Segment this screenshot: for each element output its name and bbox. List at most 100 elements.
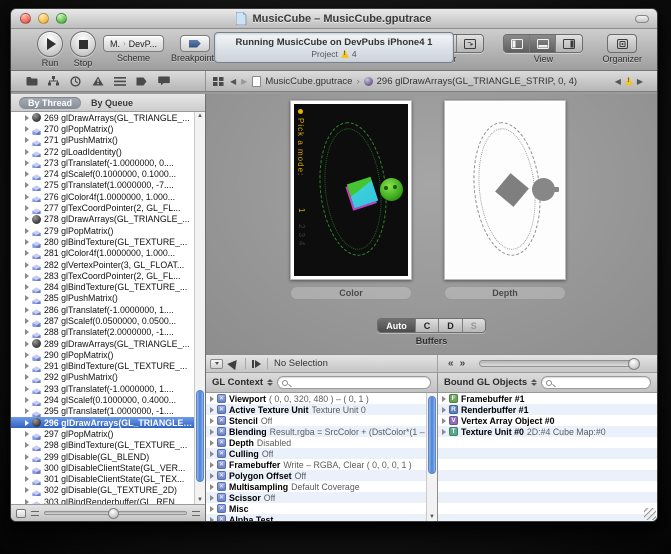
disclosure-triangle-icon[interactable] xyxy=(25,284,29,290)
disclosure-triangle-icon[interactable] xyxy=(210,506,214,512)
disclosure-triangle-icon[interactable] xyxy=(25,295,29,301)
api-call-row[interactable]: 272 glLoadIdentity() xyxy=(11,146,194,157)
gl-state-row[interactable]: Misc xyxy=(206,503,437,514)
api-call-row[interactable]: 296 glDrawArrays(GL_TRIANGLE_... xyxy=(11,417,194,428)
history-forward-button[interactable]: ▶ xyxy=(241,77,247,86)
buffers-segment-stencil[interactable]: S xyxy=(463,319,485,332)
gl-state-row[interactable]: MultisamplingDefault Coverage xyxy=(206,481,437,492)
api-call-row[interactable]: 293 glTranslatef(-1.0000000, 1.... xyxy=(11,383,194,394)
version-editor-button[interactable] xyxy=(457,35,483,52)
zoom-button[interactable] xyxy=(56,13,67,24)
disclosure-triangle-icon[interactable] xyxy=(442,418,446,424)
disclosure-triangle-icon[interactable] xyxy=(25,126,29,132)
step-forward-icon[interactable] xyxy=(252,360,261,368)
disclosure-triangle-icon[interactable] xyxy=(25,115,29,121)
jump-to-start-button[interactable]: « xyxy=(448,358,454,369)
bound-object-row[interactable]: FFramebuffer #1 xyxy=(438,393,657,404)
api-call-row[interactable]: 299 glDisable(GL_BLEND) xyxy=(11,451,194,462)
sidebar-scrollbar[interactable]: ▲ ▼ xyxy=(194,112,205,504)
disclosure-triangle-icon[interactable] xyxy=(210,517,214,522)
next-issue-button[interactable]: ▶ xyxy=(637,77,643,86)
api-call-row[interactable]: 298 glBindTexture(GL_TEXTURE_... xyxy=(11,440,194,451)
breadcrumb-file[interactable]: MusicCube.gputrace xyxy=(265,76,352,87)
api-call-row[interactable]: 286 glTranslatef(-1.0000000, 1.... xyxy=(11,304,194,315)
scheme-target[interactable]: M. xyxy=(110,39,120,49)
api-call-row[interactable]: 303 glBindRenderbuffer(GL_REN... xyxy=(11,496,194,504)
disclosure-triangle-icon[interactable] xyxy=(442,396,446,402)
debug-area-toggle-button[interactable] xyxy=(530,35,556,52)
disclosure-triangle-icon[interactable] xyxy=(210,495,214,501)
disclosure-triangle-icon[interactable] xyxy=(25,386,29,392)
disclosure-triangle-icon[interactable] xyxy=(25,476,29,482)
run-button[interactable] xyxy=(37,31,63,57)
organizer-button[interactable] xyxy=(607,34,637,53)
api-call-row[interactable]: 292 glPushMatrix() xyxy=(11,372,194,383)
disclosure-triangle-icon[interactable] xyxy=(25,363,29,369)
disclosure-triangle-icon[interactable] xyxy=(442,429,446,435)
bound-object-row[interactable]: VVertex Array Object #0 xyxy=(438,415,657,426)
search-navigator-icon[interactable] xyxy=(69,75,82,88)
frame-scrubber-thumb[interactable] xyxy=(108,508,119,519)
disclosure-triangle-icon[interactable] xyxy=(25,228,29,234)
api-call-row[interactable]: 300 glDisableClientState(GL_VER... xyxy=(11,462,194,473)
api-call-row[interactable]: 276 glColor4f(1.0000000, 1.000... xyxy=(11,191,194,202)
collapse-debug-area-button[interactable] xyxy=(210,359,223,369)
disclosure-triangle-icon[interactable] xyxy=(25,205,29,211)
jump-to-end-button[interactable]: » xyxy=(460,358,466,369)
disclosure-triangle-icon[interactable] xyxy=(25,341,29,347)
disclosure-triangle-icon[interactable] xyxy=(210,407,214,413)
gl-state-row[interactable]: BlendingResult.rgba = SrcColor + (DstCol… xyxy=(206,426,437,437)
disclosure-triangle-icon[interactable] xyxy=(25,137,29,143)
history-back-button[interactable]: ◀ xyxy=(230,77,236,86)
disclosure-triangle-icon[interactable] xyxy=(25,499,29,504)
gl-state-row[interactable]: CullingOff xyxy=(206,448,437,459)
disclosure-triangle-icon[interactable] xyxy=(25,273,29,279)
disclosure-triangle-icon[interactable] xyxy=(25,149,29,155)
popup-arrows-icon[interactable] xyxy=(267,379,273,386)
window-resize-grip[interactable] xyxy=(644,508,656,520)
breakpoints-button[interactable] xyxy=(180,35,210,52)
scheme-destination[interactable]: DevP... xyxy=(129,39,157,49)
gl-state-row[interactable]: Alpha Test xyxy=(206,514,437,521)
disclosure-triangle-icon[interactable] xyxy=(210,429,214,435)
gl-context-search-field[interactable] xyxy=(277,376,431,389)
api-call-row[interactable]: 280 glBindTexture(GL_TEXTURE_... xyxy=(11,236,194,247)
disclosure-triangle-icon[interactable] xyxy=(25,216,29,222)
close-button[interactable] xyxy=(20,13,31,24)
frame-position-thumb[interactable] xyxy=(628,358,640,370)
activity-warning-count[interactable]: 4 xyxy=(352,49,357,59)
api-call-row[interactable]: 277 glTexCoordPointer(2, GL_FL... xyxy=(11,202,194,213)
disclosure-triangle-icon[interactable] xyxy=(210,462,214,468)
disclosure-triangle-icon[interactable] xyxy=(25,307,29,313)
api-call-row[interactable]: 278 glDrawArrays(GL_TRIANGLE_... xyxy=(11,214,194,225)
bound-objects-search-field[interactable] xyxy=(541,376,651,389)
api-call-row[interactable]: 285 glPushMatrix() xyxy=(11,293,194,304)
gl-context-scrollbar-thumb[interactable] xyxy=(428,396,436,474)
disclosure-triangle-icon[interactable] xyxy=(25,194,29,200)
api-call-row[interactable]: 283 glTexCoordPointer(2, GL_FL... xyxy=(11,270,194,281)
api-call-row[interactable]: 282 glVertexPointer(3, GL_FLOAT... xyxy=(11,259,194,270)
api-call-row[interactable]: 271 glPushMatrix() xyxy=(11,135,194,146)
title-bar[interactable]: MusicCube – MusicCube.gputrace xyxy=(11,9,657,29)
gl-state-row[interactable]: StencilOff xyxy=(206,415,437,426)
frame-capture-icon[interactable] xyxy=(16,509,26,518)
disclosure-triangle-icon[interactable] xyxy=(25,262,29,268)
api-call-row[interactable]: 269 glDrawArrays(GL_TRIANGLE_... xyxy=(11,112,194,123)
symbol-navigator-icon[interactable] xyxy=(47,75,60,88)
disclosure-triangle-icon[interactable] xyxy=(25,431,29,437)
api-call-row[interactable]: 287 glScalef(0.0500000, 0.0500... xyxy=(11,315,194,326)
disclosure-triangle-icon[interactable] xyxy=(25,465,29,471)
popup-arrows-icon[interactable] xyxy=(531,379,537,386)
debug-navigator-icon[interactable] xyxy=(113,75,126,88)
gl-state-row[interactable]: ScissorOff xyxy=(206,492,437,503)
gl-context-scrollbar[interactable]: ▼ xyxy=(426,393,437,521)
gl-state-row[interactable]: FramebufferWrite – RGBA, Clear ( 0, 0, 0… xyxy=(206,459,437,470)
buffers-segment-color[interactable]: C xyxy=(416,319,440,332)
frame-scrubber-slider[interactable] xyxy=(44,511,187,515)
api-call-row[interactable]: 288 glTranslatef(2.0000000, -1.... xyxy=(11,327,194,338)
api-call-row[interactable]: 273 glTranslatef(-1.0000000, 0.... xyxy=(11,157,194,168)
warning-icon[interactable] xyxy=(341,50,349,58)
disclosure-triangle-icon[interactable] xyxy=(210,484,214,490)
navigator-toggle-button[interactable] xyxy=(504,35,530,52)
disclosure-triangle-icon[interactable] xyxy=(25,374,29,380)
